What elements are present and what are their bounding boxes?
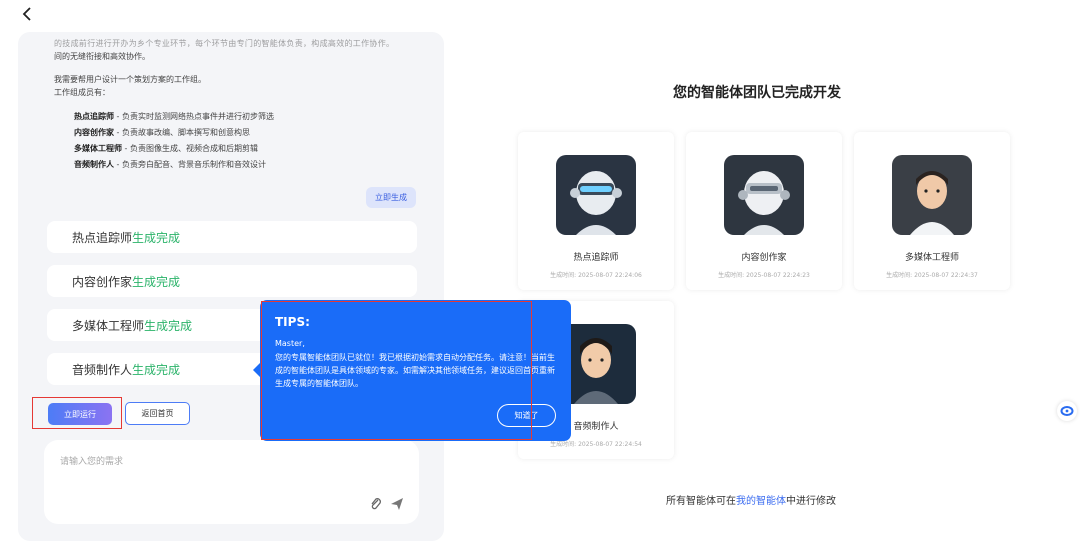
status-done: 生成完成 xyxy=(132,230,181,245)
agent-name: 内容创作家 xyxy=(741,253,787,263)
footer-suffix: 中进行修改 xyxy=(786,496,836,507)
agent-card-hotspot[interactable]: 热点追踪师 生成时间: 2025-08-07 22:24:06 xyxy=(518,132,674,290)
send-icon[interactable] xyxy=(390,497,404,511)
tips-body: 您的专属智能体团队已就位！我已根据初始需求自动分配任务。请注意！当前生成的智能体… xyxy=(275,353,555,388)
generate-now-button[interactable]: 立即生成 xyxy=(366,187,416,208)
team-title: 您的智能体团队已完成开发 xyxy=(673,85,841,101)
agent-time: 生成时间: 2025-08-07 22:24:37 xyxy=(886,272,978,279)
attachment-icon[interactable] xyxy=(369,497,383,511)
tips-arrow xyxy=(253,363,260,377)
back-button[interactable] xyxy=(18,4,38,24)
member-desc: - 负责图像生成、视频合成和后期剪辑 xyxy=(122,144,258,153)
agent-time: 生成时间: 2025-08-07 22:24:23 xyxy=(718,272,810,279)
tips-title: TIPS: xyxy=(275,315,310,329)
agent-time: 生成时间: 2025-08-07 22:24:06 xyxy=(550,272,642,279)
request-input[interactable] xyxy=(60,454,400,494)
footer-note: 所有智能体可在我的智能体中进行修改 xyxy=(666,492,836,507)
status-agent-name: 多媒体工程师 xyxy=(72,318,145,333)
member-name: 内容创作家 xyxy=(74,128,114,137)
member-name: 热点追踪师 xyxy=(74,112,114,121)
chat-text-cut: 的技成前行进行开办为乡个专业环节，每个环节由专门的智能体负责，构成高效的工作协作… xyxy=(54,39,395,48)
chat-intro: 我需要帮用户设计一个策划方案的工作组。 xyxy=(54,75,206,84)
chat-panel: 的技成前行进行开办为乡个专业环节，每个环节由专门的智能体负责，构成高效的工作协作… xyxy=(18,32,444,541)
member-item: 音频制作人 - 负责旁白配音、背景音乐制作和音效设计 xyxy=(74,159,266,170)
status-done: 生成完成 xyxy=(132,274,181,289)
status-card-hotspot: 热点追踪师 生成完成 xyxy=(47,221,417,253)
member-desc: - 负责故事改编、脚本撰写和创意构思 xyxy=(114,128,250,137)
member-desc: - 负责旁白配音、背景音乐制作和音效设计 xyxy=(114,160,266,169)
assistant-float-button[interactable] xyxy=(1057,401,1077,421)
members-label: 工作组成员有： xyxy=(54,88,110,97)
assistant-icon xyxy=(1060,406,1074,416)
status-done: 生成完成 xyxy=(132,362,181,377)
input-box xyxy=(44,440,419,524)
tips-greeting: Master, xyxy=(275,339,305,348)
back-home-button[interactable]: 返回首页 xyxy=(125,402,190,425)
chat-text-line: 间的无缝衔接和高效协作。 xyxy=(54,52,150,61)
chevron-left-icon xyxy=(22,7,31,21)
agent-name: 多媒体工程师 xyxy=(904,253,959,263)
footer-prefix: 所有智能体可在 xyxy=(666,496,736,507)
member-name: 音频制作人 xyxy=(74,160,114,169)
tips-ok-button[interactable]: 知道了 xyxy=(497,404,556,427)
member-item: 热点追踪师 - 负责实时监测网络热点事件并进行初步筛选 xyxy=(74,111,274,122)
my-agents-link[interactable]: 我的智能体 xyxy=(736,496,786,507)
status-card-content: 内容创作家 生成完成 xyxy=(47,265,417,297)
agent-card-content[interactable]: 内容创作家 生成时间: 2025-08-07 22:24:23 xyxy=(686,132,842,290)
status-agent-name: 热点追踪师 xyxy=(72,230,133,245)
status-agent-name: 内容创作家 xyxy=(72,274,133,289)
member-desc: - 负责实时监测网络热点事件并进行初步筛选 xyxy=(114,112,274,121)
member-name: 多媒体工程师 xyxy=(74,144,122,153)
robot-avatar xyxy=(556,155,636,235)
member-item: 内容创作家 - 负责故事改编、脚本撰写和创意构思 xyxy=(74,127,250,138)
run-now-button[interactable]: 立即运行 xyxy=(48,403,112,425)
agent-name: 热点追踪师 xyxy=(573,253,619,263)
agent-card-multimedia[interactable]: 多媒体工程师 生成时间: 2025-08-07 22:24:37 xyxy=(854,132,1010,290)
status-agent-name: 音频制作人 xyxy=(72,362,133,377)
tips-popup: TIPS: Master, 您的专属智能体团队已就位！我已根据初始需求自动分配任… xyxy=(253,300,571,441)
status-done: 生成完成 xyxy=(144,318,193,333)
robot-avatar xyxy=(724,155,804,235)
engineer-avatar xyxy=(892,155,972,235)
page-root: 的技成前行进行开办为乡个专业环节，每个环节由专门的智能体负责，构成高效的工作协作… xyxy=(0,0,1080,541)
member-item: 多媒体工程师 - 负责图像生成、视频合成和后期剪辑 xyxy=(74,143,258,154)
